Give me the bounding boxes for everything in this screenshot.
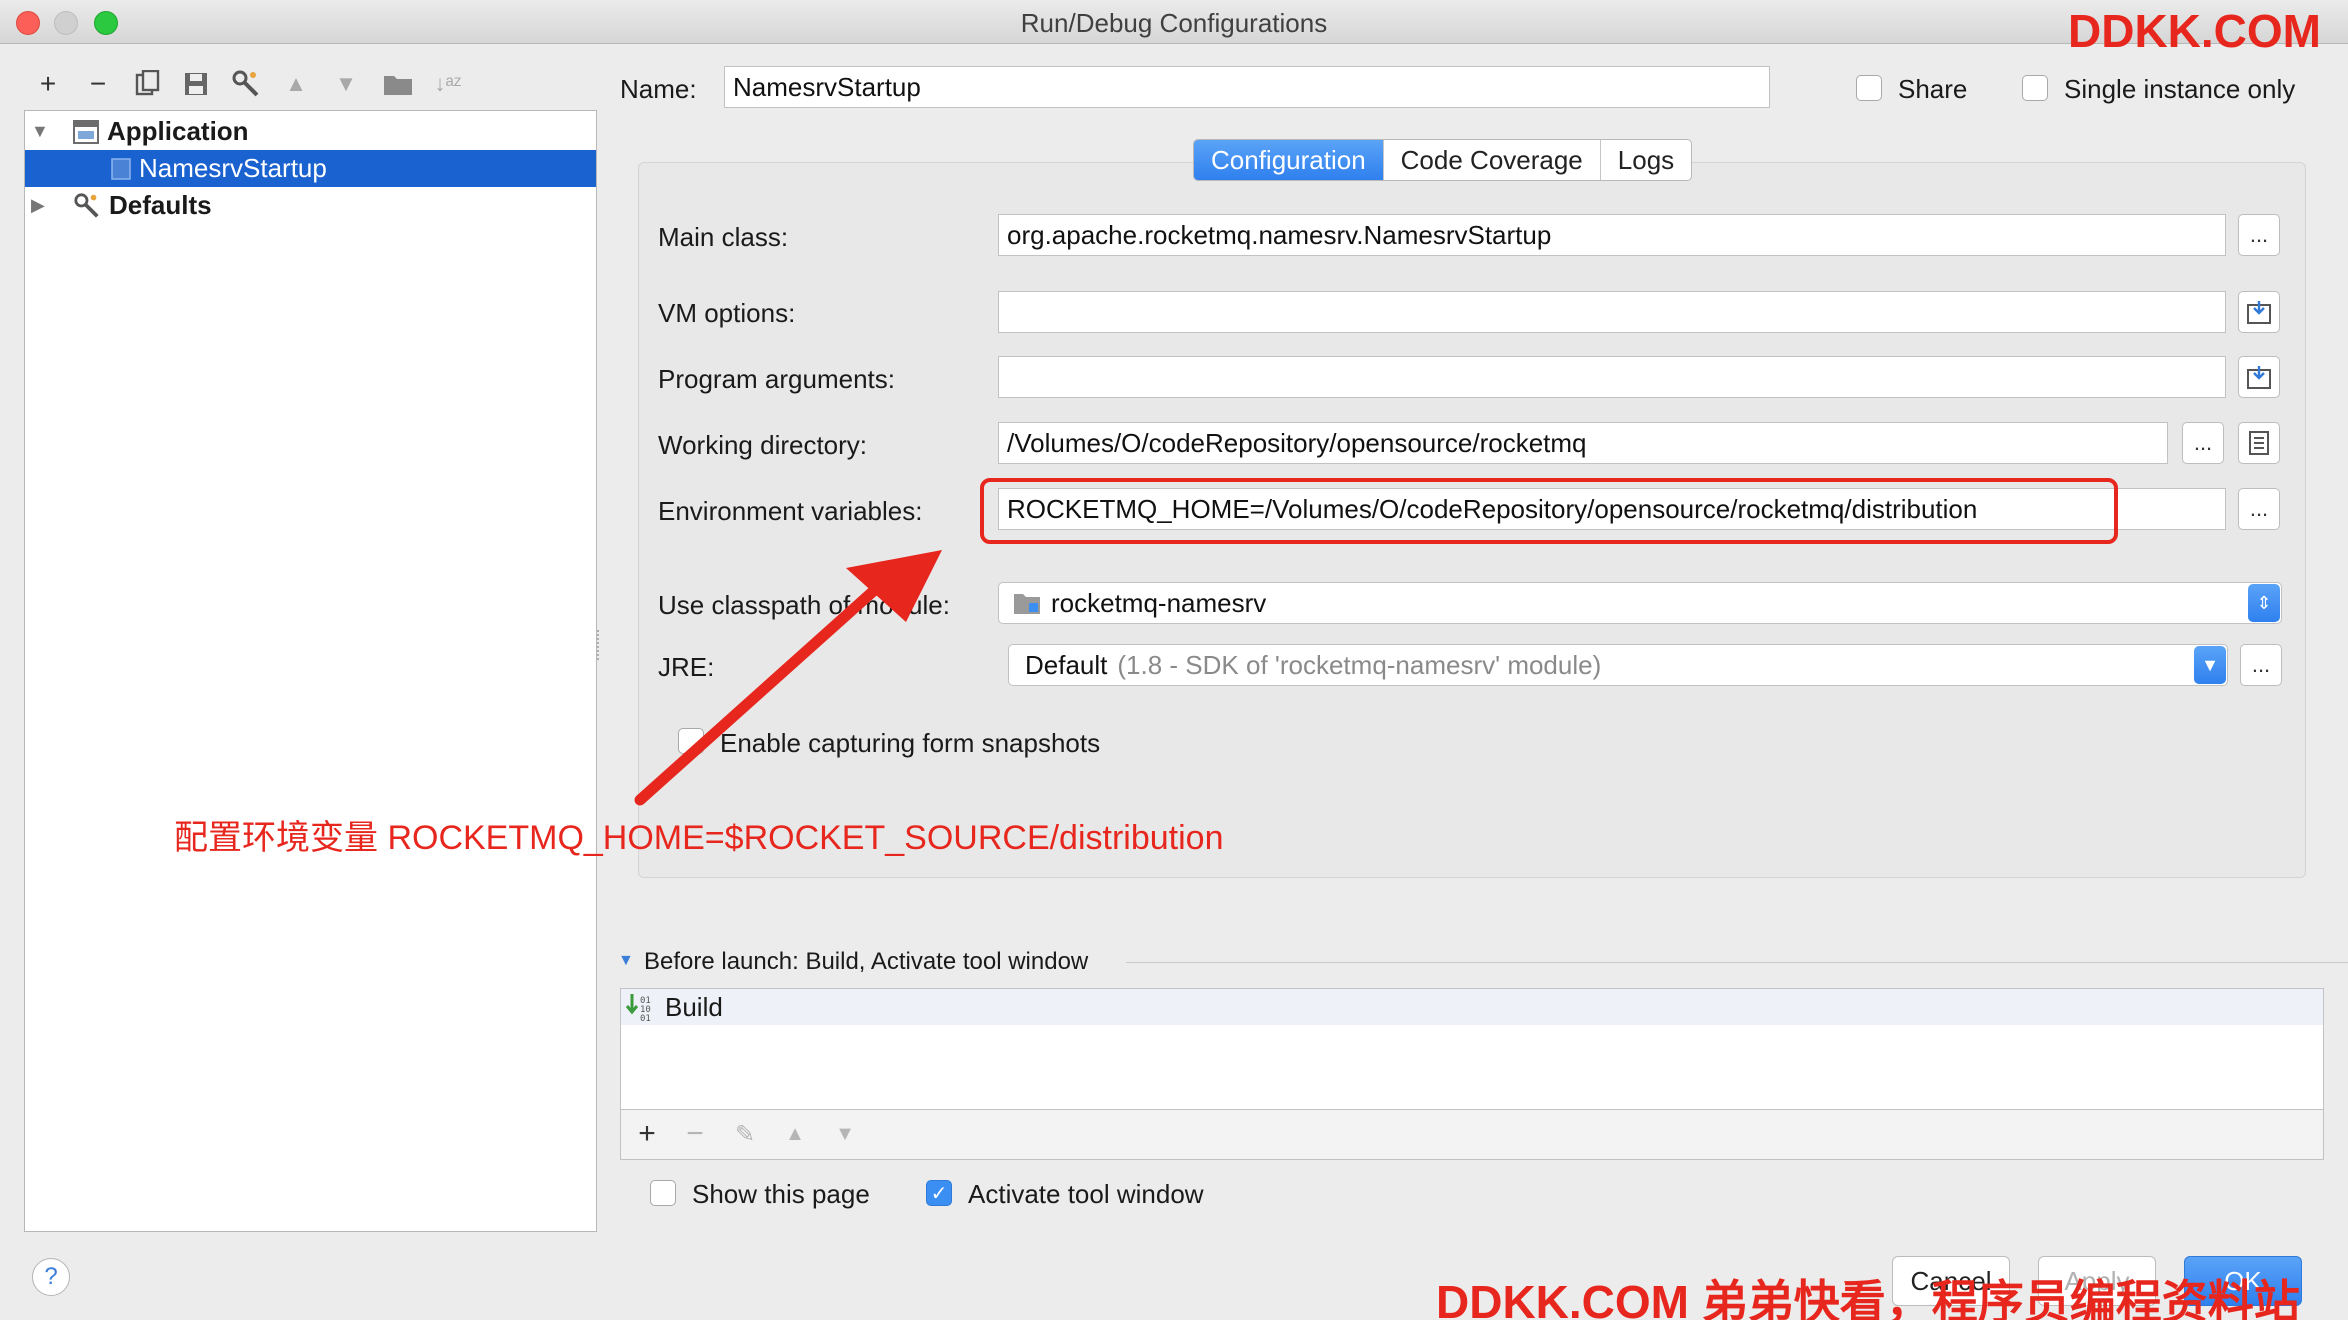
wrench-icon [74,192,99,218]
before-launch-list[interactable]: 01 10 01 Build [620,988,2324,1110]
jre-select[interactable]: Default (1.8 - SDK of 'rocketmq-namesrv'… [1008,644,2228,686]
sort-az-icon[interactable]: ↓ᵃᶻ [430,66,466,102]
application-icon [73,119,99,144]
minus-icon[interactable]: − [675,1114,715,1154]
arrow-up-icon[interactable]: ▲ [278,66,314,102]
main-class-browse-button[interactable]: ... [2238,214,2280,256]
vm-options-label: VM options: [658,298,796,328]
list-item[interactable]: 01 10 01 Build [621,989,2323,1025]
class-icon [111,157,131,180]
working-directory-label: Working directory: [658,430,868,460]
expand-field-icon[interactable] [2238,291,2280,333]
annotation-text: 配置环境变量 ROCKETMQ_HOME=$ROCKET_SOURCE/dist… [174,819,1224,857]
chevron-right-icon[interactable]: ▶ [31,195,59,216]
share-label: Share [1898,74,1968,104]
jre-browse-button[interactable]: ... [2240,644,2282,686]
arrow-down-icon[interactable]: ▼ [825,1114,865,1154]
tree-item-application[interactable]: ▼ Application [25,113,596,150]
chevron-down-icon[interactable]: ▼ [618,952,634,970]
classpath-value: rocketmq-namesrv [1051,587,1267,618]
activate-tool-window-checkbox[interactable]: ✓ [926,1180,952,1206]
chevron-updown-icon[interactable]: ⇕ [2248,584,2280,622]
macro-icon[interactable] [2238,422,2280,464]
single-instance-label: Single instance only [2064,74,2296,104]
classpath-module-select[interactable]: rocketmq-namesrv [998,582,2282,624]
show-page-label: Show this page [692,1179,870,1209]
title-bar: Run/Debug Configurations [0,0,2348,44]
wrench-icon[interactable] [228,66,264,102]
divider [1126,962,2348,963]
arrow-down-icon[interactable]: ▼ [328,66,364,102]
watermark-bottom: DDKK.COM 弟弟快看，程序员编程资料站 [1436,1276,2300,1320]
before-launch-title: Before launch: Build, Activate tool wind… [644,948,1089,975]
jre-value: Default [1025,649,1108,680]
before-launch-toolbar: + − ✎ ▲ ▼ [620,1110,2324,1160]
tree-item-label: Defaults [109,190,212,220]
chevron-down-icon[interactable]: ▼ [2194,646,2226,684]
configuration-tree[interactable]: ▼ Application NamesrvStartup ▶ Defaults [24,110,597,1232]
tree-item-label: NamesrvStartup [139,153,327,183]
share-checkbox[interactable] [1856,75,1882,101]
tree-item-namesrvstartup[interactable]: NamesrvStartup [25,150,596,187]
highlight-box [980,478,2118,544]
working-directory-input[interactable]: /Volumes/O/codeRepository/opensource/roc… [998,422,2168,464]
name-input[interactable]: NamesrvStartup [724,66,1770,108]
build-icon: 01 10 01 [625,994,651,1022]
svg-text:01: 01 [640,1014,651,1022]
copy-icon[interactable] [130,66,166,102]
jre-detail: (1.8 - SDK of 'rocketmq-namesrv' module) [1117,649,1602,680]
program-arguments-input[interactable] [998,356,2226,398]
window-title: Run/Debug Configurations [1020,8,1328,38]
environment-variables-label: Environment variables: [658,496,923,526]
tab-code-coverage[interactable]: Code Coverage [1384,140,1601,180]
program-arguments-label: Program arguments: [658,364,895,394]
list-item-label: Build [665,991,723,1022]
plus-icon[interactable]: + [30,66,66,102]
minus-icon[interactable]: − [80,66,116,102]
folder-icon[interactable] [380,66,416,102]
watermark-top: DDKK.COM [2068,5,2321,57]
vm-options-input[interactable] [998,291,2226,333]
chevron-down-icon[interactable]: ▼ [31,121,59,142]
main-class-label: Main class: [658,222,789,252]
name-label: Name: [620,74,697,104]
tab-logs[interactable]: Logs [1601,140,1691,180]
arrow-up-icon[interactable]: ▲ [775,1114,815,1154]
environment-variables-edit-button[interactable]: ... [2238,488,2280,530]
module-folder-icon [1014,594,1040,614]
main-class-input[interactable]: org.apache.rocketmq.namesrv.NamesrvStart… [998,214,2226,256]
tab-configuration[interactable]: Configuration [1194,140,1384,180]
splitter-handle[interactable] [597,630,603,660]
activate-tool-window-label: Activate tool window [968,1179,1204,1209]
plus-icon[interactable]: + [627,1114,667,1154]
tree-item-defaults[interactable]: ▶ Defaults [25,187,596,224]
save-icon[interactable] [178,66,214,102]
expand-field-icon[interactable] [2238,356,2280,398]
single-instance-checkbox[interactable] [2022,75,2048,101]
tree-item-label: Application [107,116,249,146]
help-button[interactable]: ? [32,1258,70,1296]
tab-bar: Configuration Code Coverage Logs [1193,139,1693,181]
show-page-checkbox[interactable] [650,1180,676,1206]
working-directory-browse-button[interactable]: ... [2182,422,2224,464]
annotation-arrow [634,550,942,806]
pencil-icon[interactable]: ✎ [725,1114,765,1154]
